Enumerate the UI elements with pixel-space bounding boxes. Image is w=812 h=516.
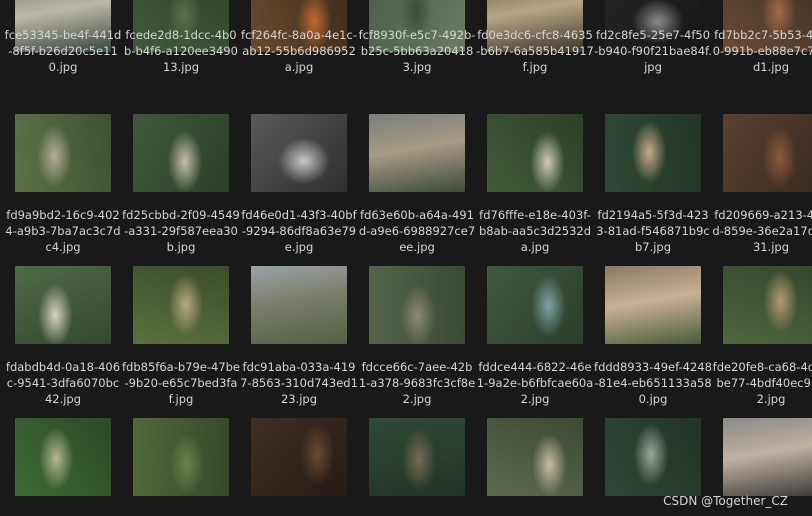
image-thumbnail[interactable] [487,266,583,344]
image-thumbnail[interactable] [133,114,229,192]
image-thumbnail[interactable] [133,266,229,344]
file-name-label[interactable]: fcede2d8-1dcc-4b0b-b4f6-a120ee349013.jpg [122,27,240,75]
image-thumbnail[interactable] [133,418,229,496]
image-thumbnail[interactable] [605,114,701,192]
file-name-label[interactable]: fde20fe8-ca68-4cfa-be77-4bdf40ec9582.jpg [712,359,812,407]
image-thumbnail[interactable] [487,418,583,496]
file-name-label[interactable]: fd25cbbd-2f09-4549-a331-29f587eea30b.jpg [122,207,240,255]
file-name-label[interactable]: fcf8930f-e5c7-492b-b25c-5bb63a204183.jpg [358,27,476,75]
image-thumbnail[interactable] [369,418,465,496]
file-name-label[interactable]: fd7bb2c7-5b53-4400-991b-eb88e7c730d1.jpg [712,27,812,75]
file-name-label[interactable]: fd46e0d1-43f3-40bf-9294-86df8a63e79e.jpg [240,207,358,255]
file-name-label[interactable]: fd2c8fe5-25e7-4f50-b940-f90f21bae84f.jpg [594,27,712,75]
image-thumbnail[interactable] [605,418,701,496]
image-thumbnail[interactable] [251,266,347,344]
image-thumbnail[interactable] [251,114,347,192]
file-name-label[interactable]: fddce444-6822-46e1-9a2e-b6fbfcae60a2.jpg [476,359,594,407]
image-thumbnail[interactable] [369,266,465,344]
file-name-label[interactable]: fd209669-a213-4c9d-859e-36e2a17d3731.jpg [712,207,812,255]
file-name-label[interactable]: fcf264fc-8a0a-4e1c-ab12-55b6d986952a.jpg [240,27,358,75]
image-thumbnail[interactable] [15,418,111,496]
file-name-label[interactable]: fdcce66c-7aee-42b1-a378-9683fc3cf8e2.jpg [358,359,476,407]
file-name-label[interactable]: fd0e3dc6-cfc8-4635-b6b7-6a585b41917f.jpg [476,27,594,75]
image-thumbnail[interactable] [723,114,812,192]
image-thumbnail[interactable] [605,266,701,344]
csdn-watermark: CSDN @Together_CZ [663,494,788,508]
image-thumbnail[interactable] [15,266,111,344]
file-name-label[interactable]: fdc91aba-033a-4197-8563-310d743ed123.jpg [240,359,358,407]
file-name-label[interactable]: fd63e60b-a64a-491d-a9e6-6988927ce7ee.jpg [358,207,476,255]
file-name-label[interactable]: fddd8933-49ef-4248-81e4-eb651133a580.jpg [594,359,712,407]
file-name-label[interactable]: fd2194a5-5f3d-4233-81ad-f546871b9cb7.jpg [594,207,712,255]
file-name-label[interactable]: fd9a9bd2-16c9-4024-a9b3-7ba7ac3c7dc4.jpg [4,207,122,255]
image-thumbnail[interactable] [369,114,465,192]
file-name-label[interactable]: fdb85f6a-b79e-47be-9b20-e65c7bed3faf.jpg [122,359,240,407]
file-name-label[interactable]: fce53345-be4f-441d-8f5f-b26d20c5e110.jpg [4,27,122,75]
file-name-label[interactable]: fdabdb4d-0a18-406c-9541-3dfa6070bc42.jpg [4,359,122,407]
file-thumbnail-grid: fce53345-be4f-441d-8f5f-b26d20c5e110.jpg… [0,0,812,516]
image-thumbnail[interactable] [15,114,111,192]
image-thumbnail[interactable] [487,114,583,192]
image-thumbnail[interactable] [723,418,812,496]
image-thumbnail[interactable] [723,266,812,344]
image-thumbnail[interactable] [251,418,347,496]
file-name-label[interactable]: fd76fffe-e18e-403f-b8ab-aa5c3d2532da.jpg [476,207,594,255]
